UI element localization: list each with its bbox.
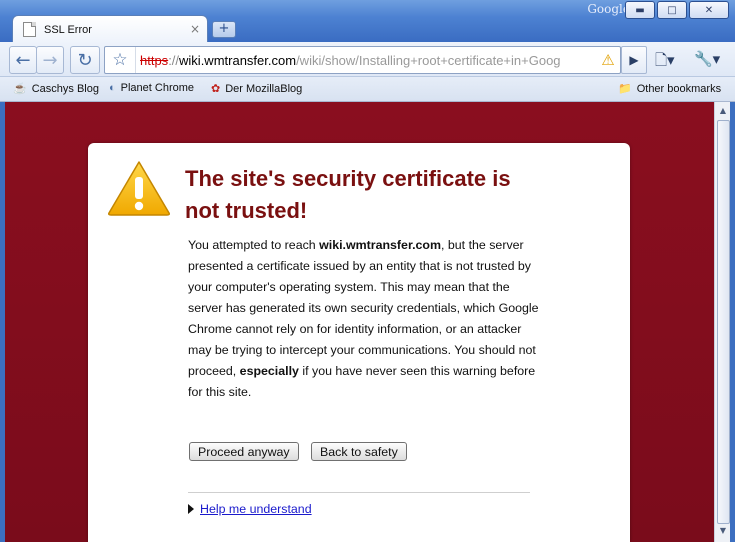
maximize-icon: □ <box>667 4 677 16</box>
help-link-label: Help me understand <box>200 502 312 516</box>
page-icon <box>23 22 36 37</box>
reload-icon: ↻ <box>77 49 93 71</box>
coffee-cup-icon: ☕ <box>13 83 27 95</box>
ssl-error-panel: The site's security certificate is not t… <box>88 143 630 542</box>
vertical-scrollbar[interactable]: ▲ ▼ <box>714 102 731 542</box>
wrench-menu-button[interactable]: 🔧▾ <box>694 50 720 68</box>
window-frame-right <box>730 102 735 542</box>
expand-arrow-icon <box>188 504 194 514</box>
bookmark-der-mozillablog[interactable]: ✿ Der MozillaBlog <box>211 82 303 96</box>
title-bar: Google ▬ □ ✕ SSL Error × + <box>0 0 735 43</box>
back-arrow-icon: ← <box>15 49 31 71</box>
error-heading: The site's security certificate is not t… <box>185 166 511 223</box>
bookmark-label: Der MozillaBlog <box>225 82 303 95</box>
description-intro: You attempted to reach <box>188 238 320 252</box>
go-button[interactable]: ▶ <box>621 46 647 74</box>
bookmark-label: Caschys Blog <box>31 82 99 95</box>
divider <box>188 492 530 493</box>
bookmark-caschys-blog[interactable]: ☕ Caschys Blog <box>13 82 99 96</box>
error-description: You attempted to reach wiki.wmtransfer.c… <box>188 235 540 403</box>
bookmarks-bar: ☕ Caschys Blog ◐ Planet Chrome ✿ Der Moz… <box>0 77 735 102</box>
other-bookmarks-folder[interactable]: 📁 Other bookmarks <box>618 82 722 96</box>
maximize-button[interactable]: □ <box>657 1 687 19</box>
close-window-button[interactable]: ✕ <box>689 1 729 19</box>
page-menu-icon: 🗋▾ <box>655 51 675 69</box>
back-button[interactable]: ← <box>9 46 37 74</box>
description-host: wiki.wmtransfer.com <box>319 238 442 252</box>
reload-button[interactable]: ↻ <box>70 46 100 74</box>
wrench-icon: 🔧▾ <box>694 50 721 68</box>
description-emphasis: especially <box>239 364 299 378</box>
tab-close-icon[interactable]: × <box>190 22 200 36</box>
page-menu-button[interactable]: 🗋▾ <box>655 50 675 75</box>
tab-title: SSL Error <box>44 23 92 36</box>
bookmark-planet-chrome[interactable]: ◐ Planet Chrome <box>109 82 194 94</box>
firefox-icon: ✿ <box>211 83 221 95</box>
url-host: wiki.wmtransfer.com <box>179 52 297 68</box>
description-main: , but the server presented a certificate… <box>188 238 539 378</box>
forward-button[interactable]: → <box>36 46 64 74</box>
close-icon: ✕ <box>704 4 714 16</box>
brand-label: Google <box>587 2 630 16</box>
new-tab-button[interactable]: + <box>212 21 236 38</box>
window-controls: ▬ □ ✕ <box>625 1 729 19</box>
folder-icon: 📁 <box>618 83 632 95</box>
back-to-safety-button[interactable]: Back to safety <box>311 442 407 461</box>
scroll-thumb[interactable] <box>717 120 730 524</box>
scroll-down-icon[interactable]: ▼ <box>715 524 731 538</box>
warning-triangle-icon <box>108 161 170 216</box>
tab-ssl-error[interactable]: SSL Error × <box>12 15 208 43</box>
chrome-planet-icon: ◐ <box>109 82 116 94</box>
bookmark-label: Planet Chrome <box>120 82 195 94</box>
forward-arrow-icon: → <box>42 49 58 71</box>
certificate-warning-icon[interactable]: ⚠ <box>596 51 620 69</box>
url-scheme: https <box>140 52 169 68</box>
play-icon: ▶ <box>629 53 639 67</box>
minimize-icon: ▬ <box>635 4 645 16</box>
navigation-toolbar: ← → ↻ ☆ https://wiki.wmtransfer.com/wiki… <box>0 42 735 77</box>
address-bar[interactable]: ☆ https://wiki.wmtransfer.com/wiki/show/… <box>104 46 621 74</box>
url-separator: :// <box>168 52 180 68</box>
bookmark-star-icon[interactable]: ☆ <box>105 47 136 73</box>
scroll-up-icon[interactable]: ▲ <box>715 104 731 118</box>
other-bookmarks-label: Other bookmarks <box>636 82 722 95</box>
url-text[interactable]: https://wiki.wmtransfer.com/wiki/show/In… <box>140 53 596 68</box>
proceed-anyway-button[interactable]: Proceed anyway <box>189 442 299 461</box>
minimize-button[interactable]: ▬ <box>625 1 655 19</box>
url-path: /wiki/show/Installing+root+certificate+i… <box>296 52 561 68</box>
help-me-understand-link[interactable]: Help me understand <box>188 502 312 516</box>
